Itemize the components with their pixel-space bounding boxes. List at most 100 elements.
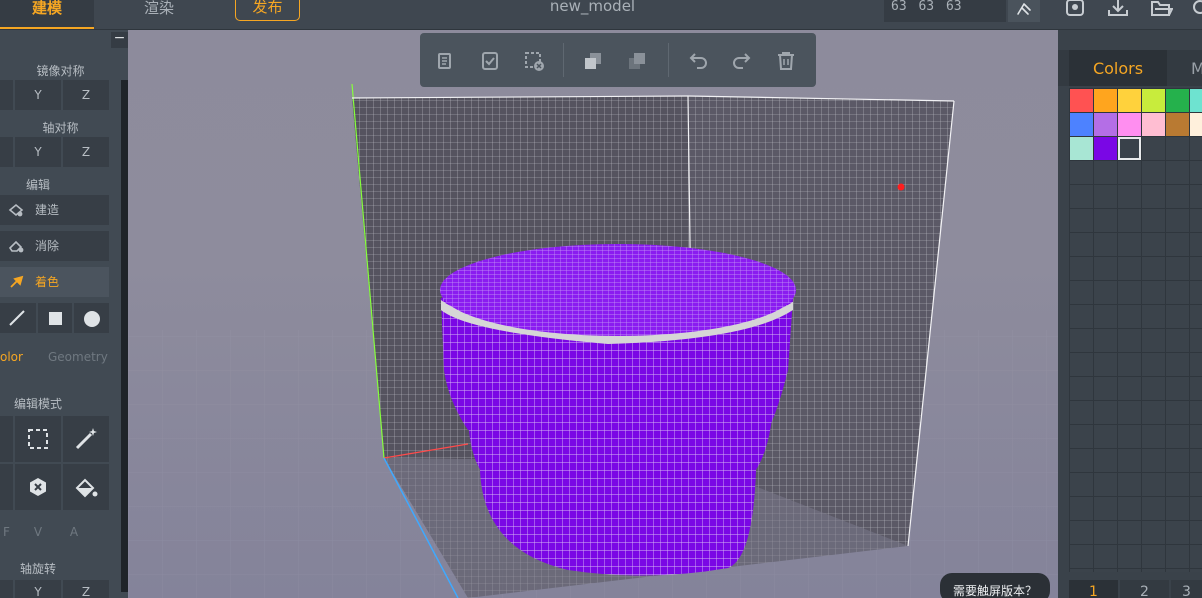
edit-mode-button-1[interactable] (0, 416, 13, 462)
camera-icon (1066, 0, 1084, 16)
color-swatch[interactable] (1094, 89, 1117, 112)
paste-check-icon (482, 52, 498, 70)
axis-sym-z-button[interactable]: Z (63, 137, 109, 167)
bring-forward-button[interactable] (581, 49, 605, 73)
color-swatch[interactable] (1070, 113, 1093, 136)
layer-tab-2[interactable]: 2 (1120, 580, 1169, 598)
color-swatch[interactable] (1118, 89, 1141, 112)
copy-button[interactable] (434, 49, 458, 73)
build-icon (8, 203, 24, 217)
top-bar: 建模 渲染 发布 new_model 63 63 63 (0, 0, 1202, 30)
settings-button[interactable] (1190, 0, 1202, 20)
tab-modeling[interactable]: 建模 (0, 0, 94, 29)
line-icon (9, 310, 25, 326)
left-tool-panel: − 镜像对称 Y Z 轴对称 Y Z 编辑 建造 消除 着色 olor Geom… (0, 30, 128, 598)
rotate-y-button[interactable]: Y (15, 580, 61, 598)
color-swatch[interactable] (1070, 89, 1093, 112)
download-icon (1108, 0, 1128, 16)
color-swatch[interactable] (1094, 137, 1117, 160)
eraser-icon (8, 240, 24, 253)
delete-button[interactable] (774, 49, 798, 73)
paint-tool-button[interactable]: 着色 (0, 267, 109, 297)
delete-voxel-button[interactable] (15, 464, 61, 510)
line-shape-button[interactable] (0, 303, 36, 333)
folder-open-icon (1151, 0, 1174, 16)
pointer-tool-button[interactable] (1008, 0, 1040, 22)
mirror-y-button[interactable]: Y (15, 80, 61, 110)
magic-wand-button[interactable] (63, 416, 109, 462)
redo-button[interactable] (730, 49, 754, 73)
rotate-z-button[interactable]: Z (63, 580, 109, 598)
color-swatch[interactable] (1070, 137, 1093, 160)
axis-sym-x-button[interactable] (0, 137, 13, 167)
panel-scrollbar[interactable] (121, 80, 128, 592)
undo-button[interactable] (686, 49, 710, 73)
toolbar-separator (563, 43, 564, 77)
clear-selection-button[interactable] (522, 49, 546, 73)
color-swatch[interactable] (1142, 89, 1165, 112)
paint-bucket-icon (75, 478, 98, 498)
pointer-icon (1017, 3, 1031, 15)
erase-tool-button[interactable]: 消除 (0, 231, 109, 261)
color-palette (1069, 88, 1202, 572)
circle-shape-button[interactable] (74, 303, 109, 333)
rotate-x-button[interactable] (0, 580, 13, 598)
square-shape-button[interactable] (38, 303, 72, 333)
axis-symmetry-label: 轴对称 (42, 121, 79, 135)
paste-button[interactable] (478, 49, 502, 73)
box-select-button[interactable] (15, 416, 61, 462)
snapshot-button[interactable] (1063, 0, 1087, 20)
dimensions-input[interactable]: 63 63 63 (884, 0, 1006, 22)
trash-icon (778, 52, 794, 70)
box-select-icon (28, 429, 48, 449)
open-folder-button[interactable] (1149, 0, 1174, 20)
color-swatch[interactable] (1190, 89, 1202, 112)
edit-mode-button-2[interactable] (0, 464, 13, 510)
tab-render[interactable]: 渲染 (118, 0, 200, 29)
right-color-panel: Colors M 1 2 3 (1058, 30, 1202, 598)
build-label: 建造 (35, 203, 60, 217)
v-button[interactable]: V (15, 517, 61, 547)
mirror-z-button[interactable]: Z (63, 80, 109, 110)
dashed-close-icon (525, 52, 544, 71)
undo-icon (689, 53, 707, 69)
color-swatch[interactable] (1094, 113, 1117, 136)
color-swatch[interactable] (1142, 113, 1165, 136)
edit-mode-label: 编辑模式 (14, 397, 63, 411)
layer-tabs: 1 2 3 (1069, 580, 1202, 598)
paint-label: 着色 (35, 275, 60, 289)
color-swatch[interactable] (1118, 113, 1141, 136)
a-button[interactable]: A (63, 517, 85, 547)
color-swatch[interactable] (1166, 89, 1189, 112)
mirror-x-button[interactable] (0, 80, 13, 110)
download-button[interactable] (1106, 0, 1130, 20)
collapse-panel-button[interactable]: − (111, 31, 128, 48)
fill-bucket-button[interactable] (63, 464, 109, 510)
erase-label: 消除 (35, 239, 60, 253)
copy-icon (438, 53, 451, 69)
touch-version-tip[interactable]: 需要触屏版本？ (940, 573, 1050, 598)
layer-tab-1[interactable]: 1 (1069, 580, 1118, 598)
3d-viewport[interactable]: 需要触屏版本？ (128, 30, 1058, 598)
color-swatch[interactable] (1118, 137, 1141, 160)
layer-tab-3[interactable]: 3 (1171, 580, 1202, 598)
tab-geometry[interactable]: Geometry (48, 342, 118, 372)
hexagon-close-icon (30, 478, 46, 496)
color-swatch[interactable] (1166, 113, 1189, 136)
gear-icon (1193, 0, 1202, 14)
tab-color[interactable]: olor (0, 342, 36, 372)
red-marker (897, 183, 905, 191)
f-button[interactable]: F (0, 517, 13, 547)
build-tool-button[interactable]: 建造 (0, 195, 109, 225)
edit-toolbar (420, 33, 816, 87)
color-swatch[interactable] (1190, 113, 1202, 136)
tab-materials[interactable]: M (1191, 50, 1202, 86)
publish-button[interactable]: 发布 (235, 0, 300, 21)
tab-colors[interactable]: Colors (1069, 50, 1167, 86)
axis-sym-y-button[interactable]: Y (15, 137, 61, 167)
axis-rotate-label: 轴旋转 (19, 562, 56, 576)
paint-brush-icon (10, 275, 24, 288)
voxel-scene[interactable] (128, 30, 1058, 598)
send-backward-button[interactable] (625, 49, 649, 73)
model-name[interactable]: new_model (480, 0, 705, 15)
